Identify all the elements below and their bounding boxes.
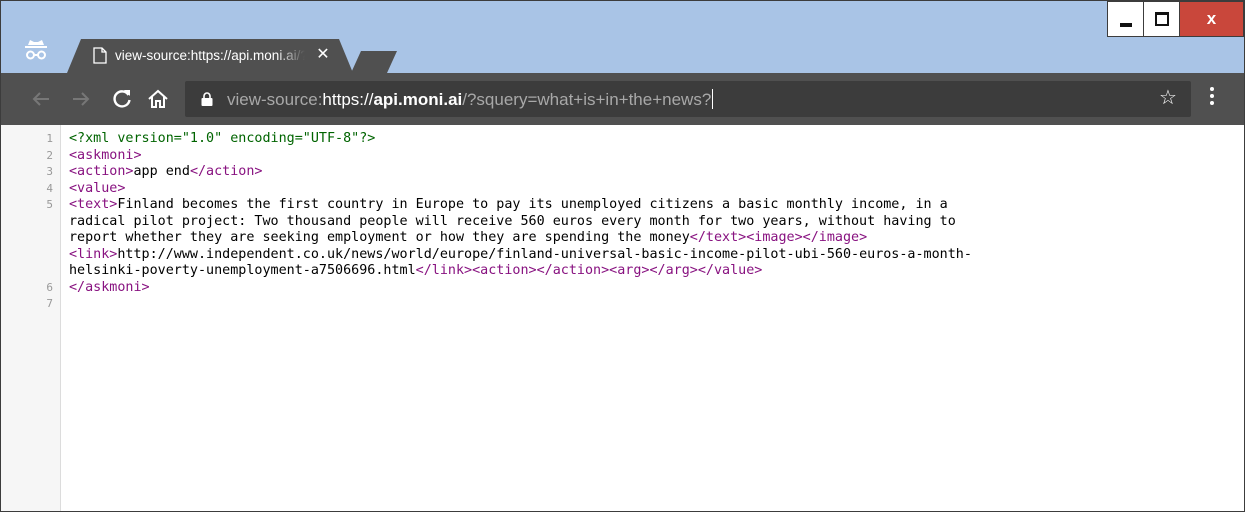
source-line: report whether they are seeking employme… xyxy=(1,230,1244,247)
line-code: report whether they are seeking employme… xyxy=(69,230,867,247)
line-code: helsinki-poverty-unemployment-a7506696.h… xyxy=(69,263,762,280)
tab-title: view-source:https://api.moni.ai/?squery=… xyxy=(115,48,305,63)
view-source-content: 1 <?xml version="1.0" encoding="UTF-8"?> 2… xyxy=(1,125,1244,511)
line-number: 1 xyxy=(46,132,53,145)
text-content: report whether they are seeking employme… xyxy=(69,230,690,245)
lock-icon xyxy=(201,92,213,106)
text-caret xyxy=(712,89,714,109)
line-number: 5 xyxy=(46,198,53,211)
source-line: helsinki-poverty-unemployment-a7506696.h… xyxy=(1,263,1244,280)
maximize-button[interactable] xyxy=(1143,1,1180,37)
tab-view-source[interactable]: view-source:https://api.moni.ai/?squery=… xyxy=(67,39,357,73)
xml-tag: <value> xyxy=(69,180,126,196)
source-line: 2 <askmoni> xyxy=(1,148,1244,165)
address-bar[interactable]: view-source:https://api.moni.ai/?squery=… xyxy=(185,81,1191,117)
line-code: <value> xyxy=(69,181,125,198)
line-code: </askmoni> xyxy=(69,280,150,297)
home-icon[interactable] xyxy=(146,87,170,111)
line-code: <action>app end</action> xyxy=(69,164,263,181)
text-content: Finland becomes the first country in Eur… xyxy=(117,197,948,212)
url-path: /?squery=what+is+in+the+news? xyxy=(462,90,712,109)
xml-tag: </action> xyxy=(189,164,263,179)
xml-tag: <action> xyxy=(69,164,134,179)
page-icon xyxy=(93,47,107,64)
bookmark-star-icon[interactable]: ☆ xyxy=(1157,87,1179,109)
line-number: 3 xyxy=(46,165,53,178)
xml-tag: </text><image></image> xyxy=(689,230,868,245)
source-line: 6 </askmoni> xyxy=(1,280,1244,297)
minimize-icon xyxy=(1120,23,1132,27)
xml-tag: </link><action></action><arg></arg></val… xyxy=(415,263,763,278)
line-code: <askmoni> xyxy=(69,148,142,165)
line-code: <?xml version="1.0" encoding="UTF-8"?> xyxy=(69,131,375,148)
source-line: radical pilot project: Two thousand peop… xyxy=(1,214,1244,231)
menu-icon[interactable] xyxy=(1207,87,1217,111)
new-tab-button[interactable] xyxy=(351,45,403,73)
url-host: api.moni.ai xyxy=(373,90,463,109)
text-content: helsinki-poverty-unemployment-a7506696.h… xyxy=(69,263,416,278)
source-line: 7 xyxy=(1,296,1244,313)
source-line: 1 <?xml version="1.0" encoding="UTF-8"?> xyxy=(1,131,1244,148)
xml-tag: </askmoni> xyxy=(69,279,150,295)
source-line: <link>http://www.independent.co.uk/news/… xyxy=(1,247,1244,264)
line-code: radical pilot project: Two thousand peop… xyxy=(69,214,956,231)
text-content: http://www.independent.co.uk/news/world/… xyxy=(117,246,972,262)
source-line: 4 <value> xyxy=(1,181,1244,198)
url-prefix: view-source: xyxy=(227,90,323,109)
line-number: 6 xyxy=(46,280,53,294)
line-number: 4 xyxy=(46,181,53,195)
back-icon[interactable] xyxy=(29,87,53,111)
line-number: 7 xyxy=(46,297,53,310)
text-content: app end xyxy=(133,164,190,179)
toolbar: view-source:https://api.moni.ai/?squery=… xyxy=(1,73,1244,125)
tab-close-icon[interactable]: ✕ xyxy=(313,45,333,65)
title-bar: view-source:https://api.moni.ai/?squery=… xyxy=(1,1,1244,73)
xml-tag: <link> xyxy=(69,246,118,262)
minimize-button[interactable] xyxy=(1107,1,1144,37)
incognito-icon xyxy=(23,39,49,63)
window-controls: x xyxy=(1107,1,1244,37)
url-scheme: https:// xyxy=(322,90,374,109)
forward-icon[interactable] xyxy=(69,87,93,111)
maximize-icon xyxy=(1155,12,1169,26)
xml-declaration: <?xml version="1.0" encoding="UTF-8"?> xyxy=(69,131,376,146)
reload-icon[interactable] xyxy=(110,87,134,111)
close-window-button[interactable]: x xyxy=(1179,1,1244,37)
source-line: 5 <text>Finland becomes the first country… xyxy=(1,197,1244,214)
line-code: <text>Finland becomes the first country … xyxy=(69,197,948,214)
source-line: 3 <action>app end</action> xyxy=(1,164,1244,181)
line-code: <link>http://www.independent.co.uk/news/… xyxy=(69,247,972,264)
xml-tag: <text> xyxy=(69,197,118,212)
line-number: 2 xyxy=(46,148,53,162)
url-text[interactable]: view-source:https://api.moni.ai/?squery=… xyxy=(227,89,714,111)
xml-tag: <askmoni> xyxy=(69,147,142,163)
text-content: radical pilot project: Two thousand peop… xyxy=(69,213,956,229)
browser-window: view-source:https://api.moni.ai/?squery=… xyxy=(0,0,1245,512)
